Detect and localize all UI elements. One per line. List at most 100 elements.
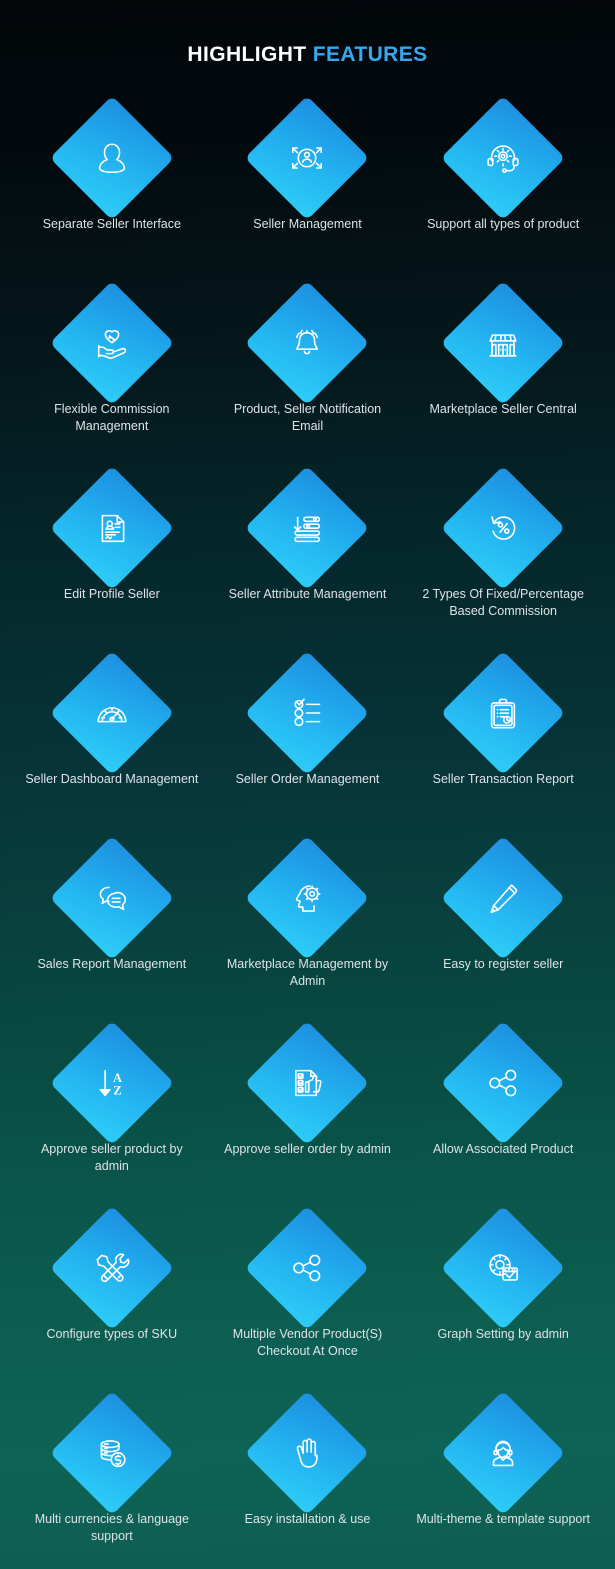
feature-card[interactable]: Multiple Vendor Product(S) Checkout At O… <box>210 1205 406 1391</box>
diamond-shape <box>440 95 566 221</box>
feature-icon-diamond <box>49 1390 175 1516</box>
sort-list-down-icon <box>284 505 330 551</box>
feature-icon-diamond <box>49 835 175 961</box>
feature-icon-diamond <box>49 465 175 591</box>
feature-icon-diamond <box>245 95 370 221</box>
feature-card[interactable]: Seller Attribute Management <box>210 465 406 651</box>
feature-icon-diamond <box>440 465 566 591</box>
user-expand-arrows-icon <box>284 135 330 181</box>
gear-window-check-icon <box>480 1245 526 1291</box>
feature-icon-diamond <box>49 650 175 776</box>
diamond-shape <box>49 95 175 221</box>
feature-label: Marketplace Management by Admin <box>226 957 389 989</box>
diamond-shape <box>245 1205 370 1331</box>
feature-card[interactable]: Approve seller order by admin <box>210 1020 406 1206</box>
feature-icon-diamond <box>245 1205 370 1331</box>
clipboard-report-icon <box>480 690 526 736</box>
feature-card[interactable]: Marketplace Management by Admin <box>210 835 406 1021</box>
diamond-shape <box>49 465 175 591</box>
feature-label: Flexible Commission Management <box>54 402 170 434</box>
feature-card[interactable]: Allow Associated Product <box>405 1020 601 1206</box>
features-grid: Separate Seller Interface Seller Managem… <box>0 95 615 1569</box>
feature-card[interactable]: Easy installation & use <box>210 1390 406 1569</box>
diamond-shape: A Z <box>49 1020 175 1146</box>
feature-card[interactable]: Edit Profile Seller <box>14 465 210 651</box>
circular-arrow-percent-icon <box>480 505 526 551</box>
feature-icon-diamond <box>245 650 370 776</box>
diamond-shape <box>49 650 175 776</box>
speedometer-icon <box>89 690 135 736</box>
feature-card[interactable]: Graph Setting by admin <box>405 1205 601 1391</box>
user-icon <box>89 135 135 181</box>
feature-card[interactable]: Multi currencies & language support <box>14 1390 210 1569</box>
diamond-shape <box>440 465 566 591</box>
diamond-shape <box>440 650 566 776</box>
storefront-icon <box>480 320 526 366</box>
feature-icon-diamond <box>49 280 175 406</box>
diamond-shape <box>440 1020 566 1146</box>
feature-icon-diamond <box>440 835 566 961</box>
feature-card[interactable]: Sales Report Management <box>14 835 210 1021</box>
profile-document-icon <box>89 505 135 551</box>
feature-icon-diamond: A Z <box>49 1020 175 1146</box>
svg-text:Z: Z <box>113 1083 121 1097</box>
diamond-shape <box>245 465 370 591</box>
diamond-shape <box>440 835 566 961</box>
feature-icon-diamond <box>49 95 175 221</box>
diamond-shape <box>245 95 370 221</box>
feature-icon-diamond <box>440 280 566 406</box>
page-title-highlight: HIGHLIGHT <box>187 43 307 66</box>
feature-card[interactable]: Seller Transaction Report <box>405 650 601 836</box>
diamond-shape <box>440 1205 566 1331</box>
page-title: HIGHLIGHT FEATURES <box>0 44 615 66</box>
pencil-icon <box>480 875 526 921</box>
highlight-features-page: HIGHLIGHT FEATURES Separate Seller Inter… <box>0 0 615 1569</box>
feature-icon-diamond <box>440 1205 566 1331</box>
feature-icon-diamond <box>440 95 566 221</box>
feature-label: Product, Seller Notification Email <box>233 402 382 434</box>
feature-card[interactable]: Flexible Commission Management <box>14 280 210 466</box>
feature-card[interactable]: Marketplace Seller Central <box>405 280 601 466</box>
diamond-shape <box>245 835 370 961</box>
diamond-shape <box>440 1390 566 1516</box>
feature-card[interactable]: Separate Seller Interface <box>14 95 210 281</box>
diamond-shape <box>49 835 175 961</box>
feature-card[interactable]: Multi-theme & template support <box>405 1390 601 1569</box>
tools-wrench-screwdriver-icon <box>89 1245 135 1291</box>
feature-icon-diamond <box>245 1020 370 1146</box>
bell-icon <box>284 320 330 366</box>
coins-dollar-icon <box>89 1430 135 1476</box>
share-network-icon <box>284 1245 330 1291</box>
feature-card[interactable]: Seller Dashboard Management <box>14 650 210 836</box>
page-title-features: FEATURES <box>312 43 428 66</box>
diamond-shape <box>245 280 370 406</box>
diamond-shape <box>245 1390 370 1516</box>
feature-label: Multiple Vendor Product(S) Checkout At O… <box>232 1327 383 1359</box>
diamond-shape <box>49 1390 175 1516</box>
feature-icon-diamond <box>440 1390 566 1516</box>
diamond-shape <box>49 280 175 406</box>
checklist-icon <box>284 690 330 736</box>
feature-icon-diamond <box>245 1390 370 1516</box>
hand-open-icon <box>284 1430 330 1476</box>
sort-a-z-icon: A Z <box>89 1060 135 1106</box>
feature-card[interactable]: A Z Approve seller product by admin <box>14 1020 210 1206</box>
feature-icon-diamond <box>245 835 370 961</box>
chat-bubbles-icon <box>89 875 135 921</box>
feature-card[interactable]: 2 Types Of Fixed/Percentage Based Commis… <box>405 465 601 651</box>
feature-card[interactable]: Easy to register seller <box>405 835 601 1021</box>
share-network-icon <box>480 1060 526 1106</box>
support-agent-icon <box>480 1430 526 1476</box>
feature-card[interactable]: Seller Order Management <box>210 650 406 836</box>
feature-icon-diamond <box>245 280 370 406</box>
diamond-shape <box>245 650 370 776</box>
feature-card[interactable]: Seller Management <box>210 95 406 281</box>
feature-card[interactable]: Support all types of product <box>405 95 601 281</box>
hand-heart-percent-icon <box>89 320 135 366</box>
feature-card[interactable]: Configure types of SKU <box>14 1205 210 1391</box>
feature-icon-diamond <box>49 1205 175 1331</box>
feature-card[interactable]: Product, Seller Notification Email <box>210 280 406 466</box>
feature-icon-diamond <box>440 1020 566 1146</box>
feature-icon-diamond <box>440 650 566 776</box>
feature-label: Multi currencies & language support <box>34 1512 189 1544</box>
